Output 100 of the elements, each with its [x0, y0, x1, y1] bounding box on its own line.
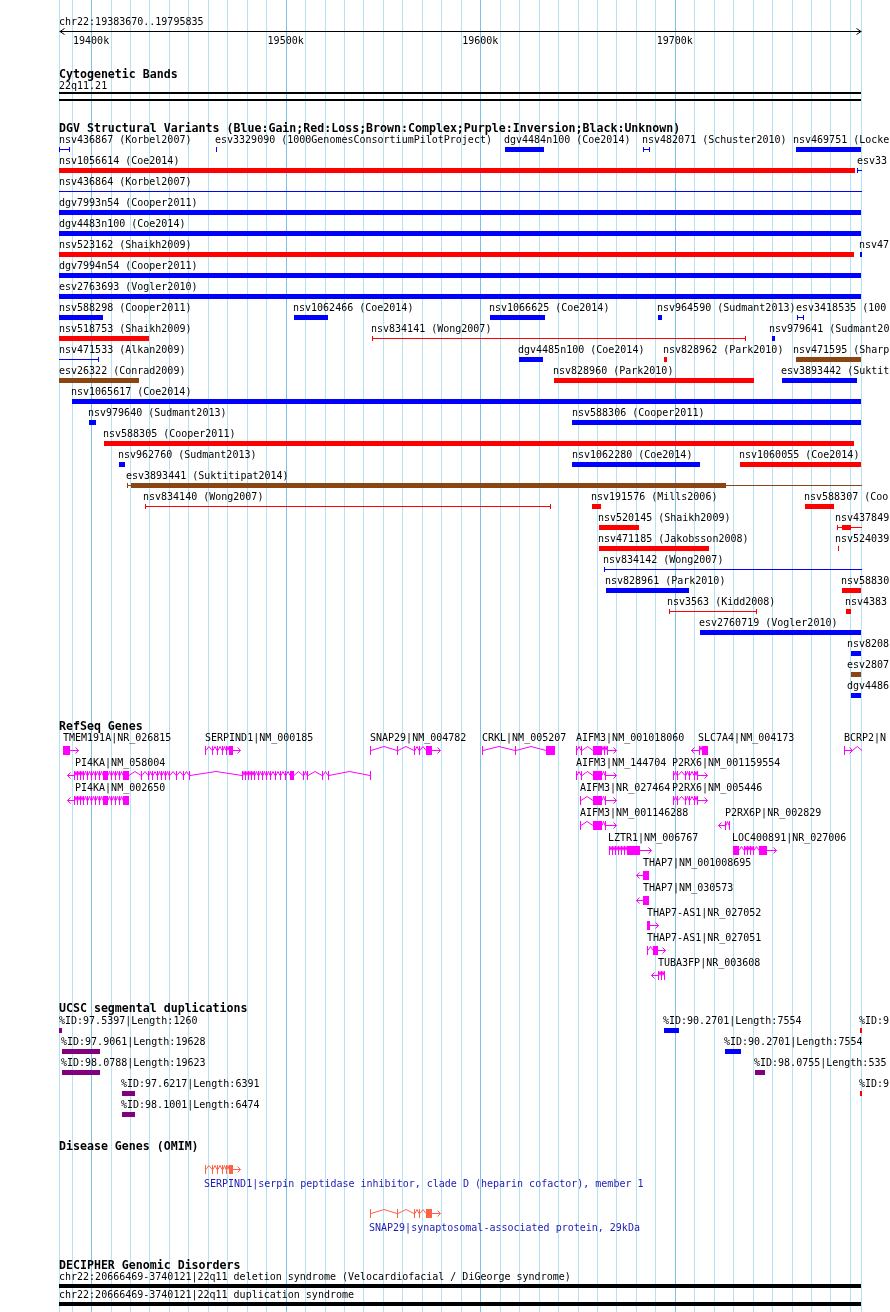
- disorder-label: chr22:20666469-3740121|22q11 duplication syndrome: [59, 1289, 354, 1301]
- variant-bar[interactable]: [554, 378, 754, 383]
- variant-bar[interactable]: [59, 231, 861, 236]
- variant-bar[interactable]: [606, 588, 689, 593]
- duplication-bar[interactable]: [59, 1028, 62, 1033]
- variant-bar[interactable]: [700, 630, 861, 635]
- gene-label: PI4KA|NM_002650: [75, 782, 166, 794]
- gene-structure-drawing[interactable]: [63, 746, 79, 755]
- gene-structure-drawing[interactable]: [609, 846, 652, 855]
- variant-bar[interactable]: [572, 420, 861, 425]
- variant-bar[interactable]: [59, 378, 139, 383]
- variant-bar[interactable]: [59, 294, 861, 299]
- variant-bar[interactable]: [294, 315, 328, 320]
- variant-label: nsv1060055 (Coe2014): [739, 449, 860, 461]
- variant-bar[interactable]: [664, 357, 667, 362]
- variant-bar[interactable]: [846, 609, 851, 614]
- gene-structure-drawing[interactable]: [370, 1209, 441, 1218]
- duplication-label: %ID:98.0755|Length:535: [754, 1057, 887, 1069]
- gene-structure-drawing[interactable]: [651, 971, 665, 980]
- gene-structure-drawing[interactable]: [647, 946, 666, 955]
- variant-bar[interactable]: [782, 378, 857, 383]
- disorder-bar[interactable]: [59, 1302, 861, 1306]
- variant-span[interactable]: [127, 483, 862, 488]
- gene-structure-drawing[interactable]: [482, 746, 555, 755]
- gene-structure-drawing[interactable]: [636, 871, 649, 880]
- gene-structure-drawing[interactable]: [576, 771, 617, 780]
- variant-label: nsv1062466 (Coe2014): [293, 302, 414, 314]
- variant-span[interactable]: [372, 336, 746, 341]
- variant-bar[interactable]: [851, 693, 861, 698]
- variant-bar[interactable]: [599, 546, 709, 551]
- variant-label: nsv191576 (Mills2006): [591, 491, 718, 503]
- variant-label: nsv828962 (Park2010): [663, 344, 784, 356]
- variant-bar[interactable]: [851, 672, 861, 677]
- gene-structure-drawing[interactable]: [67, 771, 371, 780]
- variant-bar[interactable]: [592, 504, 601, 509]
- duplication-bar[interactable]: [122, 1091, 135, 1096]
- gene-structure-drawing[interactable]: [576, 746, 617, 755]
- gene-label: LOC400891|NR_027006: [732, 832, 847, 844]
- variant-bar[interactable]: [805, 504, 834, 509]
- variant-bar[interactable]: [740, 462, 861, 467]
- variant-label: esv3893441 (Suktitipat2014): [126, 470, 289, 482]
- variant-bar[interactable]: [59, 252, 854, 257]
- gene-structure-drawing[interactable]: [647, 921, 659, 930]
- gene-structure-drawing[interactable]: [718, 821, 730, 830]
- gene-structure-drawing[interactable]: [67, 796, 129, 805]
- variant-label: nsv469751 (Locke: [793, 134, 890, 146]
- variant-bar[interactable]: [842, 588, 861, 593]
- variant-span[interactable]: [59, 147, 70, 152]
- variant-bar[interactable]: [59, 315, 103, 320]
- variant-span[interactable]: [145, 504, 551, 509]
- cytoband-bar[interactable]: [59, 92, 861, 101]
- variant-bar[interactable]: [796, 357, 861, 362]
- variant-bar[interactable]: [119, 462, 125, 467]
- gene-structure-drawing[interactable]: [733, 846, 777, 855]
- gene-structure-drawing[interactable]: [370, 746, 441, 755]
- variant-bar[interactable]: [505, 147, 544, 152]
- variant-span[interactable]: [837, 525, 862, 530]
- ruler-location: chr22:19383670..19795835: [59, 16, 204, 28]
- duplication-bar[interactable]: [664, 1028, 679, 1033]
- gene-label: THAP7-AS1|NR_027051: [647, 932, 762, 944]
- tick-label: 19700k: [656, 35, 693, 47]
- variant-bar[interactable]: [59, 336, 149, 341]
- variant-bar[interactable]: [519, 357, 543, 362]
- duplication-bar[interactable]: [755, 1070, 765, 1075]
- disorder-bar[interactable]: [59, 1284, 861, 1288]
- gene-structure-drawing[interactable]: [580, 821, 617, 830]
- gene-structure-drawing[interactable]: [691, 746, 708, 755]
- gene-structure-drawing[interactable]: [205, 1165, 241, 1174]
- variant-span[interactable]: [604, 567, 862, 572]
- variant-span[interactable]: [643, 147, 650, 152]
- duplication-bar[interactable]: [62, 1070, 100, 1075]
- variant-bar[interactable]: [104, 441, 854, 446]
- variant-bar[interactable]: [59, 273, 861, 278]
- gene-structure-drawing[interactable]: [673, 796, 708, 805]
- variant-bar[interactable]: [59, 210, 861, 215]
- variant-label: esv3893442 (Suktit: [781, 365, 890, 377]
- variant-span[interactable]: [669, 609, 757, 614]
- variant-bar[interactable]: [599, 525, 639, 530]
- variant-bar[interactable]: [772, 336, 775, 341]
- duplication-bar[interactable]: [62, 1049, 100, 1054]
- variant-bar[interactable]: [658, 315, 662, 320]
- variant-bar[interactable]: [89, 420, 96, 425]
- variant-bar[interactable]: [796, 147, 861, 152]
- variant-bar[interactable]: [572, 462, 700, 467]
- variant-span[interactable]: [857, 168, 862, 173]
- gene-structure-drawing[interactable]: [580, 796, 617, 805]
- variant-bar[interactable]: [72, 399, 861, 404]
- duplication-bar[interactable]: [122, 1112, 135, 1117]
- duplication-label: %ID:90.2701|Length:7554: [724, 1036, 863, 1048]
- duplication-bar[interactable]: [725, 1049, 741, 1054]
- gene-structure-drawing[interactable]: [673, 771, 708, 780]
- variant-label: nsv979640 (Sudmant2013): [88, 407, 227, 419]
- variant-span[interactable]: [59, 357, 99, 362]
- gene-structure-drawing[interactable]: [636, 896, 649, 905]
- gene-structure-drawing[interactable]: [844, 746, 862, 755]
- variant-label: nsv437849: [835, 512, 890, 524]
- variant-span[interactable]: [797, 315, 804, 320]
- variant-bar[interactable]: [490, 315, 545, 320]
- variant-bar[interactable]: [851, 651, 861, 656]
- gene-structure-drawing[interactable]: [205, 746, 241, 755]
